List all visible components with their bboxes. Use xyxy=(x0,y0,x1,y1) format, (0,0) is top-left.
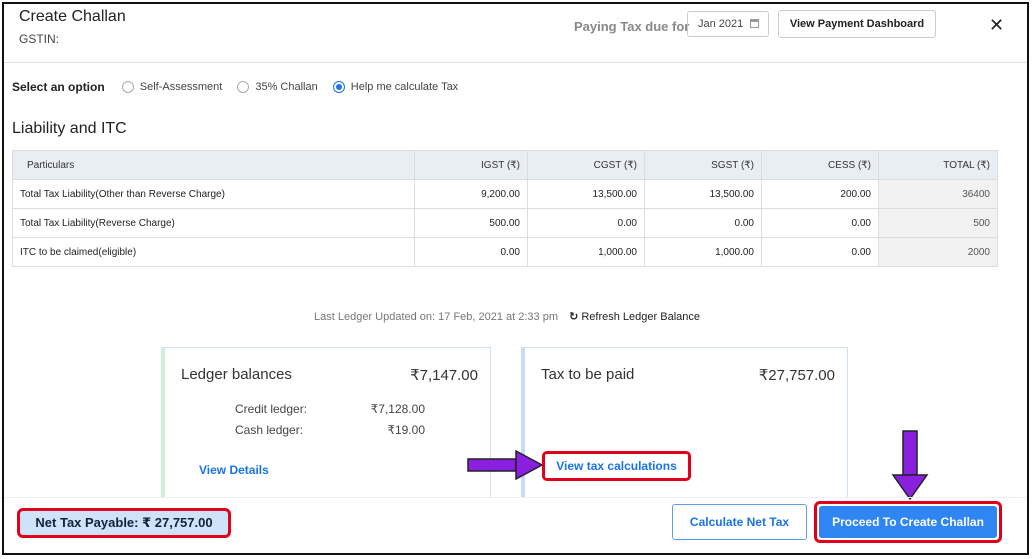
calculate-net-tax-button[interactable]: Calculate Net Tax xyxy=(672,504,807,540)
annotation-arrow-down-icon xyxy=(891,430,929,501)
ledger-update-text: Last Ledger Updated on: 17 Feb, 2021 at … xyxy=(314,311,559,323)
row-cgst: 0.00 xyxy=(527,208,645,238)
footer-divider xyxy=(4,497,1027,498)
option-35-challan-label[interactable]: 35% Challan xyxy=(255,81,317,93)
view-details-link[interactable]: View Details xyxy=(199,463,269,477)
col-particulars: Particulars xyxy=(12,150,415,180)
cash-ledger-value: ₹19.00 xyxy=(387,423,425,437)
row-total: 2000 xyxy=(878,237,998,267)
refresh-ledger-label: Refresh Ledger Balance xyxy=(581,311,700,323)
view-tax-calculations-link[interactable]: View tax calculations xyxy=(542,451,691,481)
option-selector: Select an option Self-Assessment 35% Cha… xyxy=(12,80,470,98)
row-sgst: 13,500.00 xyxy=(644,179,762,209)
proceed-highlight: Proceed To Create Challan xyxy=(814,501,1002,543)
page-title: Create Challan xyxy=(19,8,126,25)
table-row: Total Tax Liability(Reverse Charge) 500.… xyxy=(12,208,998,238)
credit-ledger-label: Credit ledger: xyxy=(235,402,308,416)
option-label: Select an option xyxy=(12,80,105,94)
annotation-arrow-right-icon xyxy=(467,450,544,480)
close-icon[interactable]: ✕ xyxy=(989,16,1004,34)
col-sgst: SGST (₹) xyxy=(644,150,762,180)
cash-ledger-label: Cash ledger: xyxy=(235,423,304,437)
row-igst: 500.00 xyxy=(414,208,528,238)
period-value: Jan 2021 xyxy=(698,18,744,30)
calendar-icon xyxy=(750,19,759,28)
paying-tax-label: Paying Tax due for xyxy=(574,19,690,34)
view-payment-dashboard-button[interactable]: View Payment Dashboard xyxy=(778,10,936,38)
create-challan-dialog: Create Challan GSTIN: Paying Tax due for… xyxy=(2,2,1029,555)
credit-ledger-row: Credit ledger: ₹7,128.00 xyxy=(235,402,425,416)
option-help-calculate-label[interactable]: Help me calculate Tax xyxy=(351,81,458,93)
row-cess: 0.00 xyxy=(761,237,879,267)
row-cess: 0.00 xyxy=(761,208,879,238)
row-sgst: 0.00 xyxy=(644,208,762,238)
liability-section-title: Liability and ITC xyxy=(12,120,127,137)
row-cess: 200.00 xyxy=(761,179,879,209)
col-igst: IGST (₹) xyxy=(414,150,528,180)
row-cgst: 1,000.00 xyxy=(527,237,645,267)
liability-table: Particulars IGST (₹) CGST (₹) SGST (₹) C… xyxy=(12,150,998,267)
ledger-balances-card: Ledger balances ₹7,147.00 Credit ledger:… xyxy=(161,347,491,497)
gstin-label: GSTIN: xyxy=(19,32,60,46)
ledger-card-amount: ₹7,147.00 xyxy=(410,367,478,384)
row-particular: Total Tax Liability(Reverse Charge) xyxy=(12,208,415,238)
proceed-create-challan-button[interactable]: Proceed To Create Challan xyxy=(819,506,997,538)
radio-self-assessment[interactable] xyxy=(121,81,134,93)
tax-card-title: Tax to be paid xyxy=(541,366,635,383)
row-total: 500 xyxy=(878,208,998,238)
radio-help-calculate[interactable] xyxy=(332,81,345,93)
refresh-ledger-button[interactable]: ↻ Refresh Ledger Balance xyxy=(569,311,700,323)
row-igst: 0.00 xyxy=(414,237,528,267)
row-total: 36400 xyxy=(878,179,998,209)
net-tax-payable: Net Tax Payable: ₹ 27,757.00 xyxy=(17,508,231,538)
col-cess: CESS (₹) xyxy=(761,150,879,180)
radio-35-challan[interactable] xyxy=(237,81,250,93)
ledger-update-info: Last Ledger Updated on: 17 Feb, 2021 at … xyxy=(314,310,700,323)
table-row: ITC to be claimed(eligible) 0.00 1,000.0… xyxy=(12,237,998,267)
table-header-row: Particulars IGST (₹) CGST (₹) SGST (₹) C… xyxy=(12,150,998,180)
option-self-assessment-label[interactable]: Self-Assessment xyxy=(140,81,223,93)
refresh-icon: ↻ xyxy=(569,311,579,323)
col-total: TOTAL (₹) xyxy=(878,150,998,180)
ledger-card-title: Ledger balances xyxy=(181,366,292,383)
tax-card-amount: ₹27,757.00 xyxy=(758,367,835,384)
row-particular: Total Tax Liability(Other than Reverse C… xyxy=(12,179,415,209)
col-cgst: CGST (₹) xyxy=(527,150,645,180)
row-cgst: 13,500.00 xyxy=(527,179,645,209)
period-picker[interactable]: Jan 2021 xyxy=(687,11,769,37)
table-row: Total Tax Liability(Other than Reverse C… xyxy=(12,179,998,209)
credit-ledger-value: ₹7,128.00 xyxy=(370,402,425,416)
cash-ledger-row: Cash ledger: ₹19.00 xyxy=(235,423,425,437)
dialog-header: Create Challan GSTIN: Paying Tax due for… xyxy=(4,4,1027,63)
row-igst: 9,200.00 xyxy=(414,179,528,209)
row-sgst: 1,000.00 xyxy=(644,237,762,267)
row-particular: ITC to be claimed(eligible) xyxy=(12,237,415,267)
